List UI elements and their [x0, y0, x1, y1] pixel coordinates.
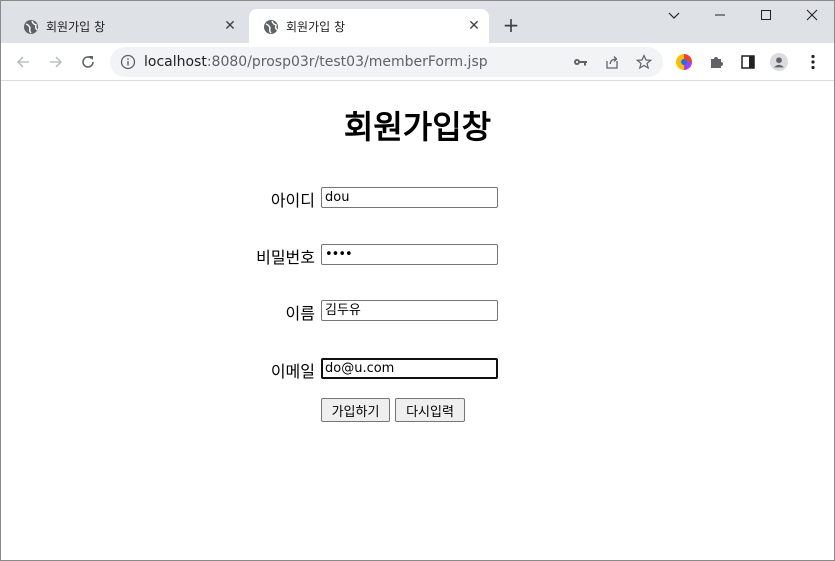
- close-tab-icon[interactable]: ✕: [221, 17, 239, 35]
- new-tab-button[interactable]: +: [501, 13, 521, 37]
- extension-colorful-icon[interactable]: [675, 53, 693, 71]
- back-arrow-icon[interactable]: [13, 52, 33, 72]
- forward-arrow-icon[interactable]: [46, 52, 66, 72]
- submit-button[interactable]: 가입하기: [321, 398, 390, 422]
- name-label: 이름: [285, 304, 315, 323]
- password-label: 비밀번호: [256, 248, 315, 267]
- page-content: 회원가입창 아이디 dou 비밀번호 •••• 이름 김두유 이메일 do@u.…: [1, 82, 834, 560]
- tab-inactive[interactable]: 회원가입 창 ✕: [9, 9, 245, 43]
- email-input[interactable]: do@u.com: [321, 358, 498, 379]
- page-title: 회원가입창: [343, 108, 492, 146]
- globe-icon: [263, 19, 279, 35]
- id-input[interactable]: dou: [321, 187, 498, 208]
- tab-title: 회원가입 창: [286, 20, 346, 34]
- name-input[interactable]: 김두유: [321, 300, 498, 321]
- minimize-icon[interactable]: [710, 5, 730, 25]
- globe-icon: [23, 19, 39, 35]
- url-text: localhost:8080/prosp03r/test03/memberFor…: [144, 54, 488, 70]
- bookmark-star-icon[interactable]: [636, 54, 652, 70]
- url-host: localhost: [144, 54, 207, 70]
- email-label: 이메일: [270, 362, 315, 381]
- info-icon[interactable]: [120, 54, 136, 70]
- password-input[interactable]: ••••: [321, 244, 498, 265]
- close-window-icon[interactable]: [802, 5, 822, 25]
- tab-strip: 회원가입 창 ✕ 회원가입 창 ✕ +: [1, 1, 834, 43]
- reload-icon[interactable]: [78, 52, 98, 72]
- browser-window: 회원가입 창 ✕ 회원가입 창 ✕ + localhost:8080/prosp…: [0, 0, 835, 561]
- tab-search-chevron-icon[interactable]: [664, 5, 684, 25]
- share-icon[interactable]: [604, 54, 620, 70]
- id-label: 아이디: [270, 191, 315, 210]
- puzzle-extensions-icon[interactable]: [707, 53, 725, 71]
- close-tab-icon[interactable]: ✕: [465, 17, 483, 35]
- browser-toolbar: localhost:8080/prosp03r/test03/memberFor…: [1, 43, 834, 81]
- profile-avatar-icon[interactable]: [770, 53, 788, 71]
- maximize-icon[interactable]: [756, 5, 776, 25]
- side-panel-icon[interactable]: [739, 53, 757, 71]
- reset-button[interactable]: 다시입력: [395, 398, 465, 422]
- tab-active[interactable]: 회원가입 창 ✕: [249, 9, 489, 43]
- address-bar[interactable]: localhost:8080/prosp03r/test03/memberFor…: [110, 47, 663, 77]
- menu-kebab-icon[interactable]: [804, 53, 822, 71]
- url-path: :8080/prosp03r/test03/memberForm.jsp: [206, 54, 488, 70]
- key-icon[interactable]: [572, 54, 588, 70]
- tab-title: 회원가입 창: [46, 20, 106, 34]
